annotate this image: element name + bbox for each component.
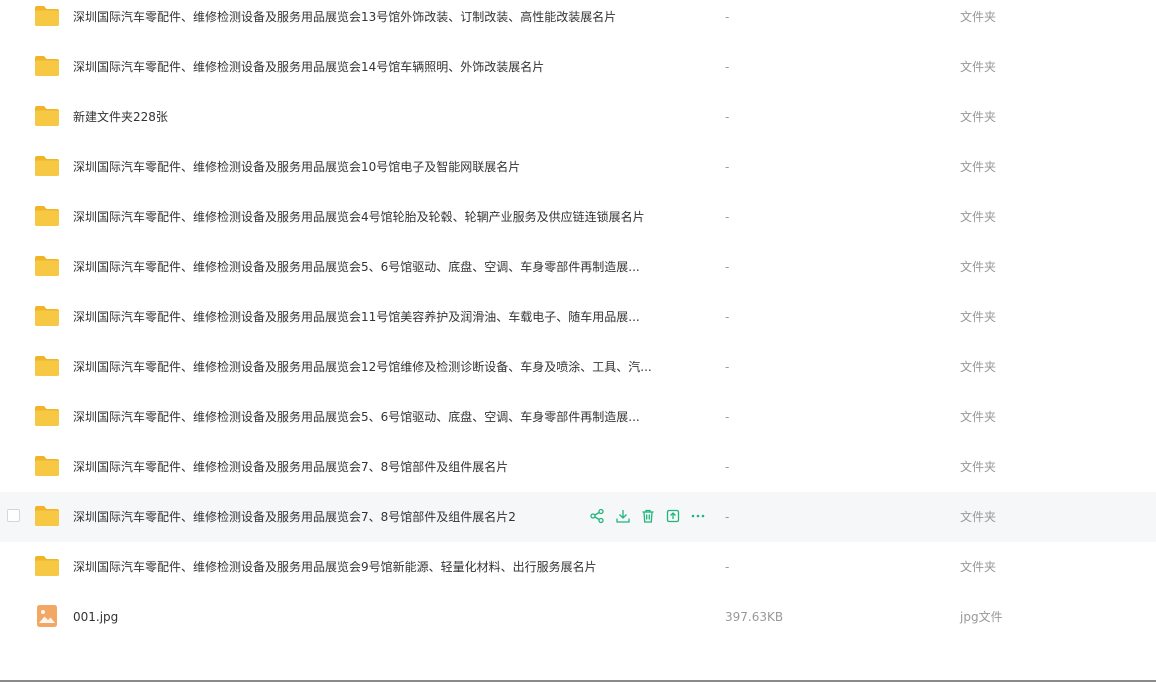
- file-size: -: [725, 260, 730, 274]
- download-icon[interactable]: [615, 508, 631, 524]
- folder-icon: [34, 454, 60, 478]
- file-name-link[interactable]: 深圳国际汽车零配件、维修检测设备及服务用品展览会7、8号馆部件及组件展名片: [73, 442, 508, 492]
- file-size: -: [725, 360, 730, 374]
- folder-icon: [34, 254, 60, 278]
- file-name-link[interactable]: 深圳国际汽车零配件、维修检测设备及服务用品展览会13号馆外饰改装、订制改装、高性…: [73, 0, 616, 42]
- file-name-link[interactable]: 深圳国际汽车零配件、维修检测设备及服务用品展览会11号馆美容养护及润滑油、车载电…: [73, 292, 640, 342]
- file-size: -: [725, 310, 730, 324]
- file-row[interactable]: 深圳国际汽车零配件、维修检测设备及服务用品展览会5、6号馆驱动、底盘、空调、车身…: [0, 392, 1156, 442]
- folder-icon: [34, 504, 60, 528]
- file-name-link[interactable]: 深圳国际汽车零配件、维修检测设备及服务用品展览会5、6号馆驱动、底盘、空调、车身…: [73, 392, 640, 442]
- file-type: 文件夹: [960, 460, 997, 474]
- file-type: 文件夹: [960, 560, 997, 574]
- folder-icon: [34, 304, 60, 328]
- file-name-link[interactable]: 深圳国际汽车零配件、维修检测设备及服务用品展览会5、6号馆驱动、底盘、空调、车身…: [73, 242, 640, 292]
- folder-icon: [34, 4, 60, 28]
- image-file-icon: [34, 604, 60, 628]
- file-name-link[interactable]: 深圳国际汽车零配件、维修检测设备及服务用品展览会7、8号馆部件及组件展名片2: [73, 492, 516, 542]
- file-row[interactable]: 深圳国际汽车零配件、维修检测设备及服务用品展览会4号馆轮胎及轮毂、轮辋产业服务及…: [0, 192, 1156, 242]
- file-row[interactable]: 深圳国际汽车零配件、维修检测设备及服务用品展览会10号馆电子及智能网联展名片 - 文…: [0, 142, 1156, 192]
- folder-icon: [34, 354, 60, 378]
- folder-icon: [34, 54, 60, 78]
- file-name-link[interactable]: 001.jpg: [73, 592, 118, 642]
- file-type: 文件夹: [960, 410, 997, 424]
- file-size: -: [725, 560, 730, 574]
- file-type: 文件夹: [960, 60, 997, 74]
- move-icon[interactable]: [665, 508, 681, 524]
- file-name-link[interactable]: 新建文件夹228张: [73, 92, 168, 142]
- folder-icon: [34, 154, 60, 178]
- file-size: -: [725, 210, 730, 224]
- file-size: -: [725, 510, 730, 524]
- folder-icon: [34, 204, 60, 228]
- file-row[interactable]: 新建文件夹228张 - 文件夹: [0, 92, 1156, 142]
- file-name-link[interactable]: 深圳国际汽车零配件、维修检测设备及服务用品展览会14号馆车辆照明、外饰改装展名片: [73, 42, 544, 92]
- file-type: 文件夹: [960, 510, 997, 524]
- row-checkbox[interactable]: [7, 509, 20, 522]
- file-name-link[interactable]: 深圳国际汽车零配件、维修检测设备及服务用品展览会12号馆维修及检测诊断设备、车身…: [73, 342, 652, 392]
- file-type: jpg文件: [960, 610, 1003, 624]
- file-type: 文件夹: [960, 260, 997, 274]
- file-row[interactable]: 深圳国际汽车零配件、维修检测设备及服务用品展览会11号馆美容养护及润滑油、车载电…: [0, 292, 1156, 342]
- folder-icon: [34, 404, 60, 428]
- file-size: 397.63KB: [725, 610, 784, 624]
- file-name-link[interactable]: 深圳国际汽车零配件、维修检测设备及服务用品展览会10号馆电子及智能网联展名片: [73, 142, 520, 192]
- file-type: 文件夹: [960, 210, 997, 224]
- file-size: -: [725, 410, 730, 424]
- file-size: -: [725, 110, 730, 124]
- file-size: -: [725, 460, 730, 474]
- file-type: 文件夹: [960, 110, 997, 124]
- file-row[interactable]: 深圳国际汽车零配件、维修检测设备及服务用品展览会12号馆维修及检测诊断设备、车身…: [0, 342, 1156, 392]
- file-type: 文件夹: [960, 360, 997, 374]
- file-row[interactable]: 深圳国际汽车零配件、维修检测设备及服务用品展览会13号馆外饰改装、订制改装、高性…: [0, 0, 1156, 42]
- share-icon[interactable]: [589, 508, 605, 524]
- folder-icon: [34, 554, 60, 578]
- file-row[interactable]: 深圳国际汽车零配件、维修检测设备及服务用品展览会7、8号馆部件及组件展名片2 - 文…: [0, 492, 1156, 542]
- more-icon[interactable]: [690, 508, 706, 524]
- delete-icon[interactable]: [640, 508, 656, 524]
- file-row[interactable]: 001.jpg 397.63KB jpg文件: [0, 592, 1156, 642]
- file-row[interactable]: 深圳国际汽车零配件、维修检测设备及服务用品展览会5、6号馆驱动、底盘、空调、车身…: [0, 242, 1156, 292]
- file-size: -: [725, 160, 730, 174]
- file-size: -: [725, 10, 730, 24]
- file-name-link[interactable]: 深圳国际汽车零配件、维修检测设备及服务用品展览会4号馆轮胎及轮毂、轮辋产业服务及…: [73, 192, 645, 242]
- file-type: 文件夹: [960, 310, 997, 324]
- file-type: 文件夹: [960, 160, 997, 174]
- file-row[interactable]: 深圳国际汽车零配件、维修检测设备及服务用品展览会7、8号馆部件及组件展名片 - 文件…: [0, 442, 1156, 492]
- file-row[interactable]: 深圳国际汽车零配件、维修检测设备及服务用品展览会14号馆车辆照明、外饰改装展名片…: [0, 42, 1156, 92]
- file-list: 深圳国际汽车零配件、维修检测设备及服务用品展览会13号馆外饰改装、订制改装、高性…: [0, 0, 1156, 682]
- file-name-link[interactable]: 深圳国际汽车零配件、维修检测设备及服务用品展览会9号馆新能源、轻量化材料、出行服…: [73, 542, 597, 592]
- folder-icon: [34, 104, 60, 128]
- file-type: 文件夹: [960, 10, 997, 24]
- file-row[interactable]: 深圳国际汽车零配件、维修检测设备及服务用品展览会9号馆新能源、轻量化材料、出行服…: [0, 542, 1156, 592]
- file-size: -: [725, 60, 730, 74]
